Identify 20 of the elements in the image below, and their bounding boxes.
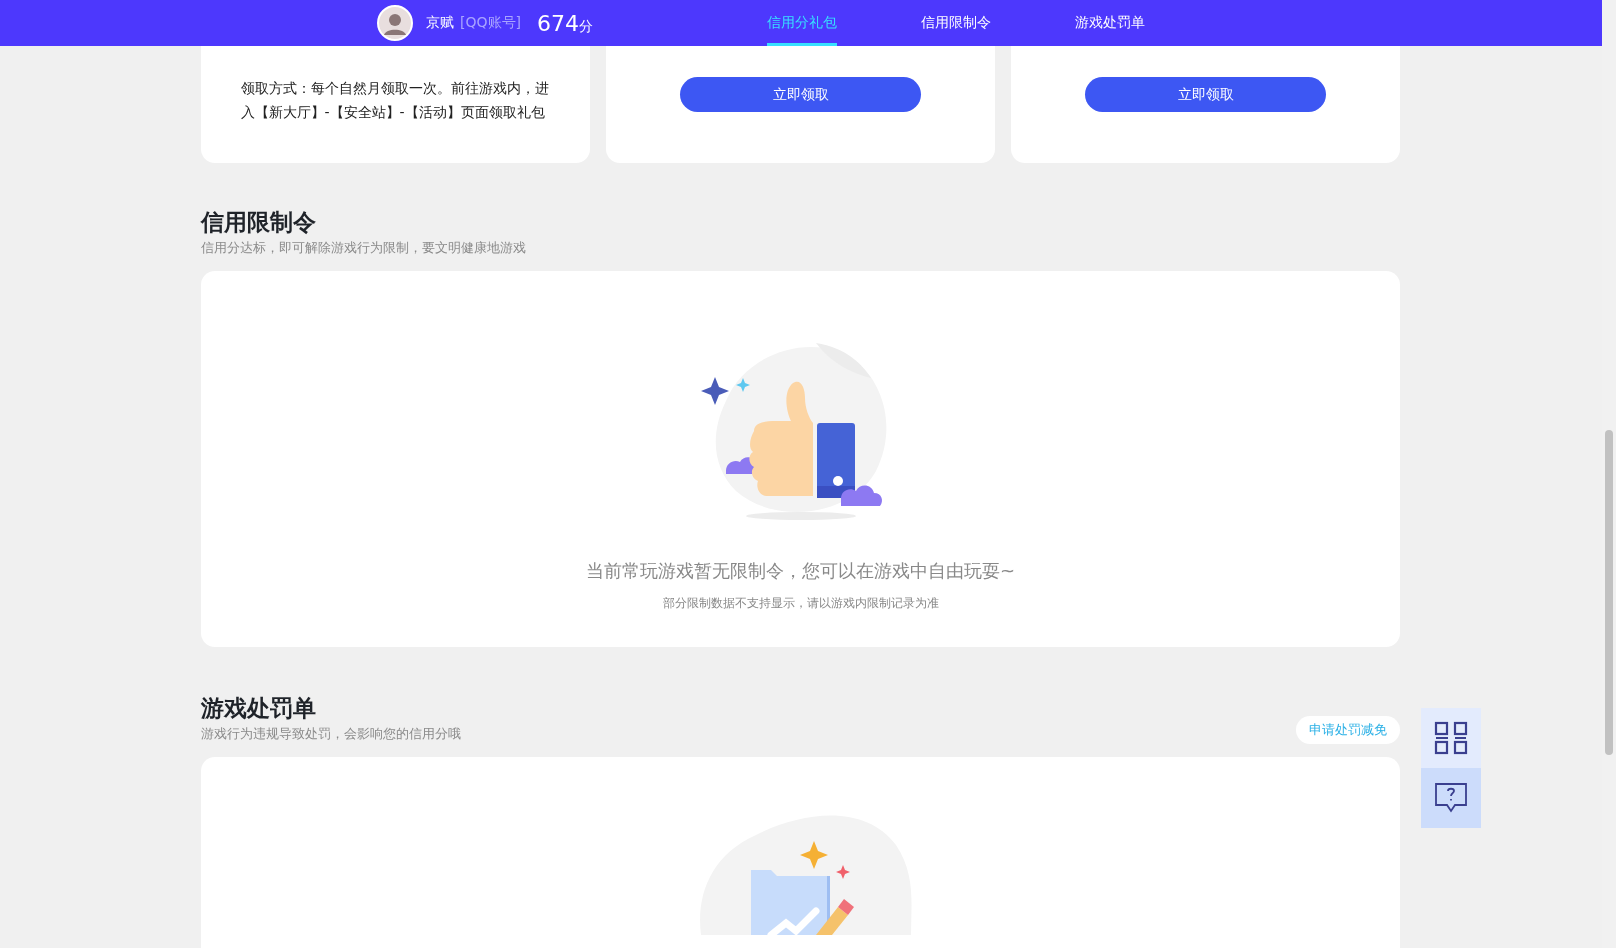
question-chat-icon bbox=[1434, 782, 1468, 814]
user-name: 京赋 bbox=[426, 14, 454, 32]
claim-button[interactable]: 立即领取 bbox=[680, 77, 921, 112]
section-title: 信用限制令 bbox=[201, 208, 317, 237]
credit-score: 674分 bbox=[536, 10, 593, 36]
qr-code-button[interactable] bbox=[1421, 708, 1481, 768]
section-title: 游戏处罚单 bbox=[201, 694, 317, 723]
nav-tab[interactable]: 信用限制令 bbox=[920, 0, 991, 46]
claim-button[interactable]: 立即领取 bbox=[1085, 77, 1326, 112]
avatar-icon bbox=[377, 5, 413, 41]
scrollbar-thumb[interactable] bbox=[1605, 430, 1613, 755]
qr-code-icon bbox=[1434, 721, 1468, 755]
claim-instructions: 领取方式：每个自然月领取一次。前往游戏内，进入【新大厅】-【安全站】-【活动】页面领取礼包 bbox=[240, 78, 550, 122]
help-button[interactable] bbox=[1421, 768, 1481, 828]
empty-note: 部分限制数据不支持显示，请以游戏内限制记录为准 bbox=[662, 595, 939, 612]
section-subtitle: 游戏行为违规导致处罚，会影响您的信用分哦 bbox=[201, 725, 461, 743]
nav-tab[interactable]: 游戏处罚单 bbox=[1074, 0, 1145, 46]
empty-message: 当前常玩游戏暂无限制令，您可以在游戏中自由玩耍~ bbox=[585, 559, 1016, 583]
account-type: [QQ账号] bbox=[460, 14, 521, 32]
section-subtitle: 信用分达标，即可解除游戏行为限制，要文明健康地游戏 bbox=[201, 239, 526, 257]
